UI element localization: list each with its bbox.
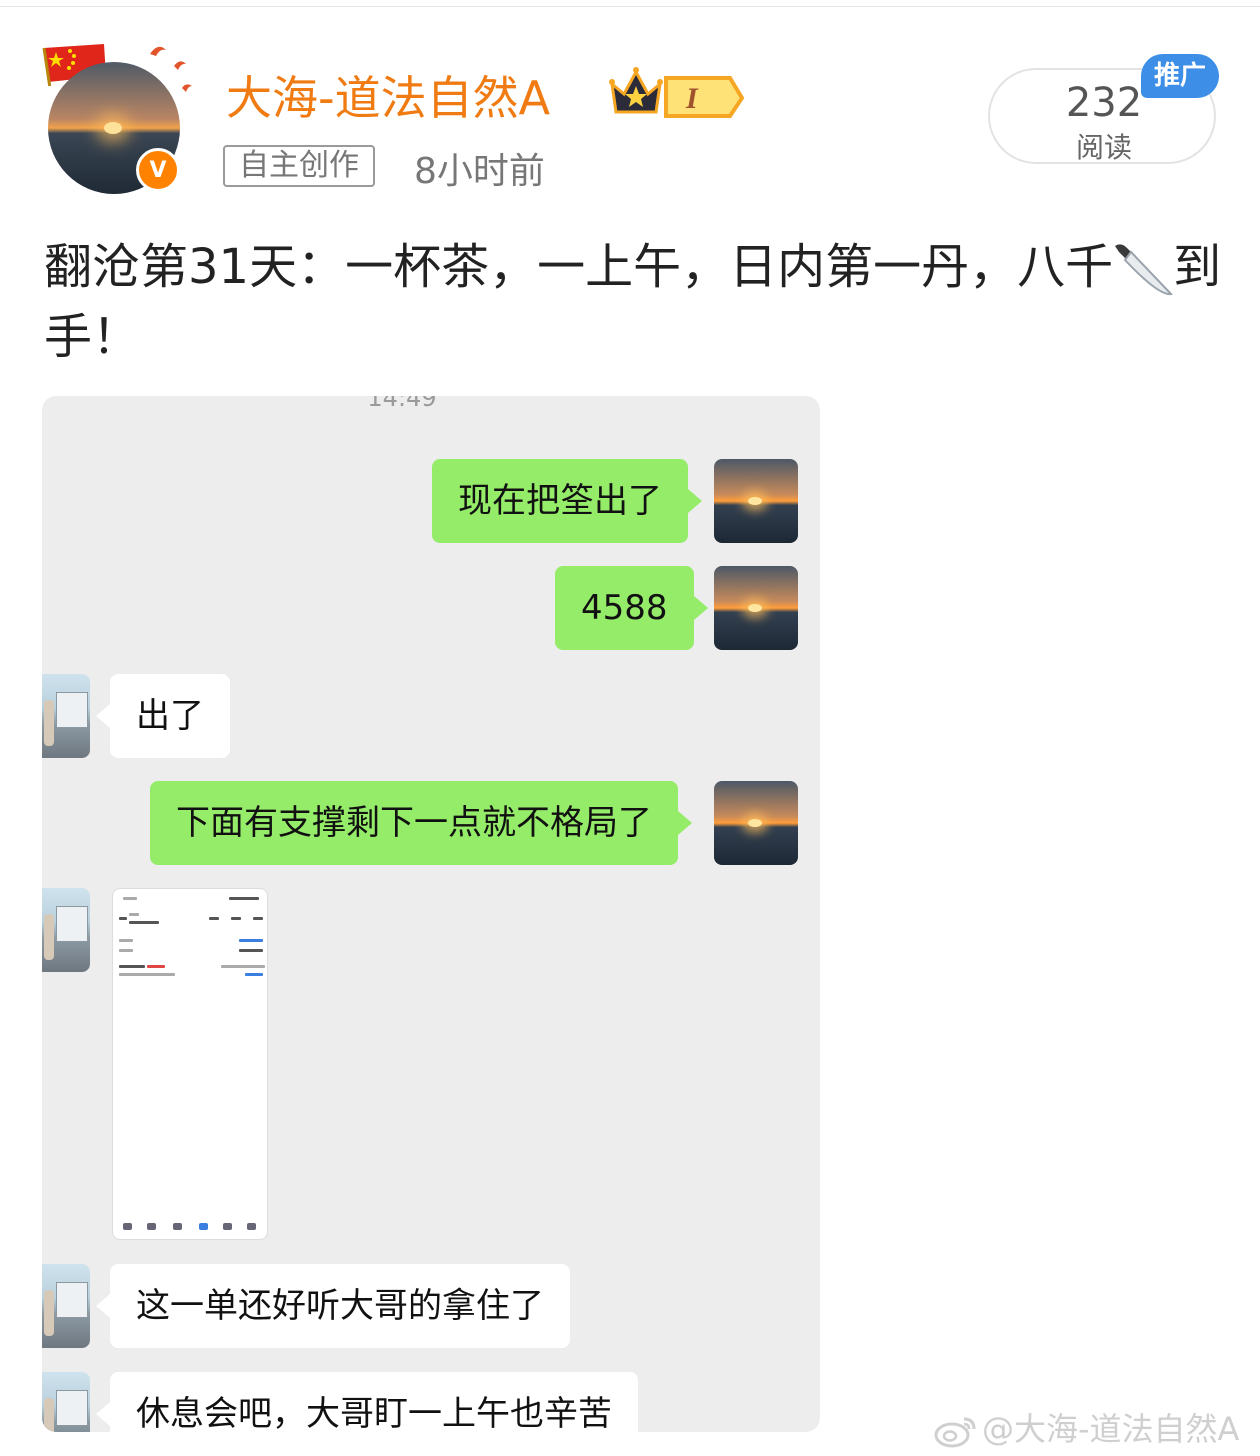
knife-emoji-icon xyxy=(1115,244,1174,296)
message-bubble: 这一单还好听大哥的拿住了 xyxy=(96,1264,570,1348)
verified-badge-icon: V xyxy=(136,148,180,192)
contact-avatar xyxy=(42,1264,90,1348)
trading-app-screenshot-image[interactable] xyxy=(112,888,268,1240)
my-avatar xyxy=(714,459,798,543)
chat-screenshot[interactable]: 14:49 现在把筌出了 4588 出了 下面有支撑剩下一点就不格局了 这一单还… xyxy=(42,396,820,1432)
crown-level-badge-icon[interactable]: I xyxy=(608,64,748,120)
message-bubble: 出了 xyxy=(96,674,230,758)
message-bubble: 现在把筌出了 xyxy=(432,459,702,543)
contact-avatar xyxy=(42,674,90,758)
message-bubble: 下面有支撑剩下一点就不格局了 xyxy=(150,781,692,865)
contact-avatar xyxy=(42,888,90,972)
author-name[interactable]: 大海-道法自然A xyxy=(226,62,550,128)
chat-timestamp: 14:49 xyxy=(367,396,437,412)
post-time: 8小时前 xyxy=(414,151,545,192)
message-bubble: 4588 xyxy=(555,566,708,650)
author-avatar[interactable]: V xyxy=(40,40,192,200)
contact-avatar xyxy=(42,1372,90,1432)
watermark-text: @大海-道法自然A xyxy=(982,1410,1240,1448)
watermark: @大海-道法自然A xyxy=(934,1404,1239,1450)
post-text-part1: 翻沧第31天：一杯茶，一上午，日内第一丹，八千 xyxy=(44,239,1114,295)
weibo-logo-icon xyxy=(934,1417,976,1448)
message-bubble: 休息会吧，大哥盯一上午也辛苦 xyxy=(96,1372,638,1432)
my-avatar xyxy=(714,781,798,865)
svg-text:I: I xyxy=(685,82,699,115)
original-tag: 自主创作 xyxy=(223,145,375,187)
my-avatar xyxy=(714,566,798,650)
post-content: 翻沧第31天：一杯茶，一上午，日内第一丹，八千 到手！ xyxy=(44,232,1224,372)
promo-button[interactable]: 推广 xyxy=(1141,54,1219,98)
top-divider xyxy=(0,6,1260,7)
read-label: 阅读 xyxy=(1075,131,1132,164)
